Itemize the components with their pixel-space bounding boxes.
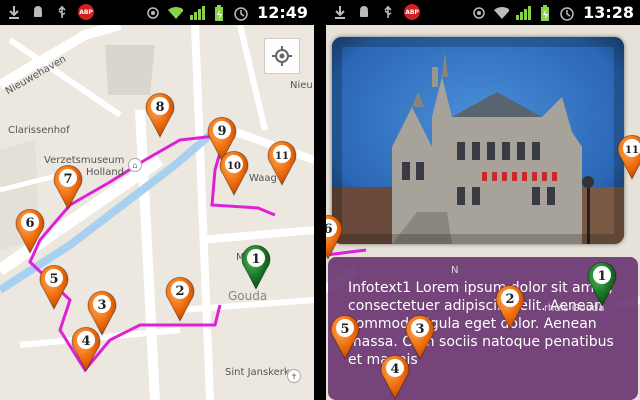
map-label: Sint Janskerk <box>225 367 290 378</box>
signal-icon <box>515 5 532 21</box>
download-icon <box>332 4 348 20</box>
map-marker-7[interactable]: 7 <box>51 162 85 210</box>
android-icon <box>30 4 46 20</box>
map-marker-2[interactable]: 2 <box>163 274 197 322</box>
gps-icon <box>145 5 161 21</box>
map-marker-label: 11 <box>275 151 289 162</box>
map-marker-10[interactable]: 10 <box>217 148 251 196</box>
alarm-icon <box>233 5 249 21</box>
map-marker-11[interactable]: 11 <box>265 138 299 186</box>
adblock-icon: ABP <box>404 4 420 20</box>
map-marker-8[interactable]: 8 <box>143 90 177 138</box>
signal-icon <box>189 5 206 21</box>
church-icon[interactable]: ✝ <box>287 369 301 383</box>
map-marker-6[interactable]: 6 <box>326 212 345 260</box>
map-marker-label: 6 <box>326 222 333 237</box>
map-marker-4[interactable]: 4 <box>69 324 103 372</box>
locate-icon <box>272 46 292 66</box>
battery-icon <box>211 4 227 21</box>
map-marker-label: 7 <box>63 172 72 187</box>
left-screen: ABP 12:49 Nieuwehaven Clarissenhof Verze… <box>0 0 314 400</box>
map-label: N <box>451 265 459 276</box>
map-view[interactable]: Nieuwehaven Clarissenhof Verzetsmuseum H… <box>0 25 314 400</box>
map-marker-label: 3 <box>415 322 424 337</box>
map-label: rhuis Gouda <box>544 303 605 314</box>
map-marker-4[interactable]: 4 <box>378 352 412 400</box>
gps-icon <box>471 5 487 21</box>
map-marker-label: 1 <box>251 252 260 267</box>
right-screen: ABP 13:28 rhuis Gouda N 1 2 3 4 5 6 11 I… <box>326 0 640 400</box>
museum-icon[interactable]: ⌂ <box>128 158 142 172</box>
usb-icon <box>54 4 70 20</box>
map-label: Holland <box>86 167 125 178</box>
map-marker-1[interactable]: 1 <box>585 259 619 307</box>
adblock-icon: ABP <box>78 4 94 20</box>
map-marker-11[interactable]: 11 <box>615 132 640 180</box>
map-marker-label: 10 <box>227 161 241 172</box>
map-marker-label: 11 <box>625 145 639 156</box>
map-marker-label: 2 <box>505 292 514 307</box>
landmark-photo[interactable] <box>332 37 624 244</box>
map-label: Nieu <box>290 80 313 91</box>
map-marker-label: 4 <box>81 334 90 349</box>
map-marker-2[interactable]: 2 <box>493 282 527 330</box>
map-marker-label: 5 <box>340 322 349 337</box>
map-marker-label: 6 <box>25 216 34 231</box>
map-label: Clarissenhof <box>8 125 70 136</box>
map-marker-label: 8 <box>155 100 164 115</box>
wifi-icon <box>167 5 184 21</box>
map-marker-label: 5 <box>49 272 58 287</box>
map-label: Gouda <box>228 289 268 303</box>
status-bar: ABP 12:49 <box>0 0 314 25</box>
alarm-icon <box>559 5 575 21</box>
clock-time: 12:49 <box>257 3 308 22</box>
battery-icon <box>537 4 553 21</box>
map-marker-1[interactable]: 1 <box>239 242 273 290</box>
map-marker-6[interactable]: 6 <box>13 206 47 254</box>
android-icon <box>356 4 372 20</box>
map-marker-label: 3 <box>97 298 106 313</box>
map-marker-5[interactable]: 5 <box>37 262 71 310</box>
download-icon <box>6 4 22 20</box>
map-marker-label: 1 <box>597 269 606 284</box>
map-marker-label: 4 <box>390 362 399 377</box>
map-marker-5[interactable]: 5 <box>328 312 362 360</box>
wifi-icon <box>493 5 510 21</box>
clock-time: 13:28 <box>583 3 634 22</box>
status-bar: ABP 13:28 <box>326 0 640 25</box>
map-marker-label: 9 <box>217 124 226 139</box>
my-location-button[interactable] <box>264 38 300 74</box>
map-marker-label: 2 <box>175 284 184 299</box>
usb-icon <box>380 4 396 20</box>
